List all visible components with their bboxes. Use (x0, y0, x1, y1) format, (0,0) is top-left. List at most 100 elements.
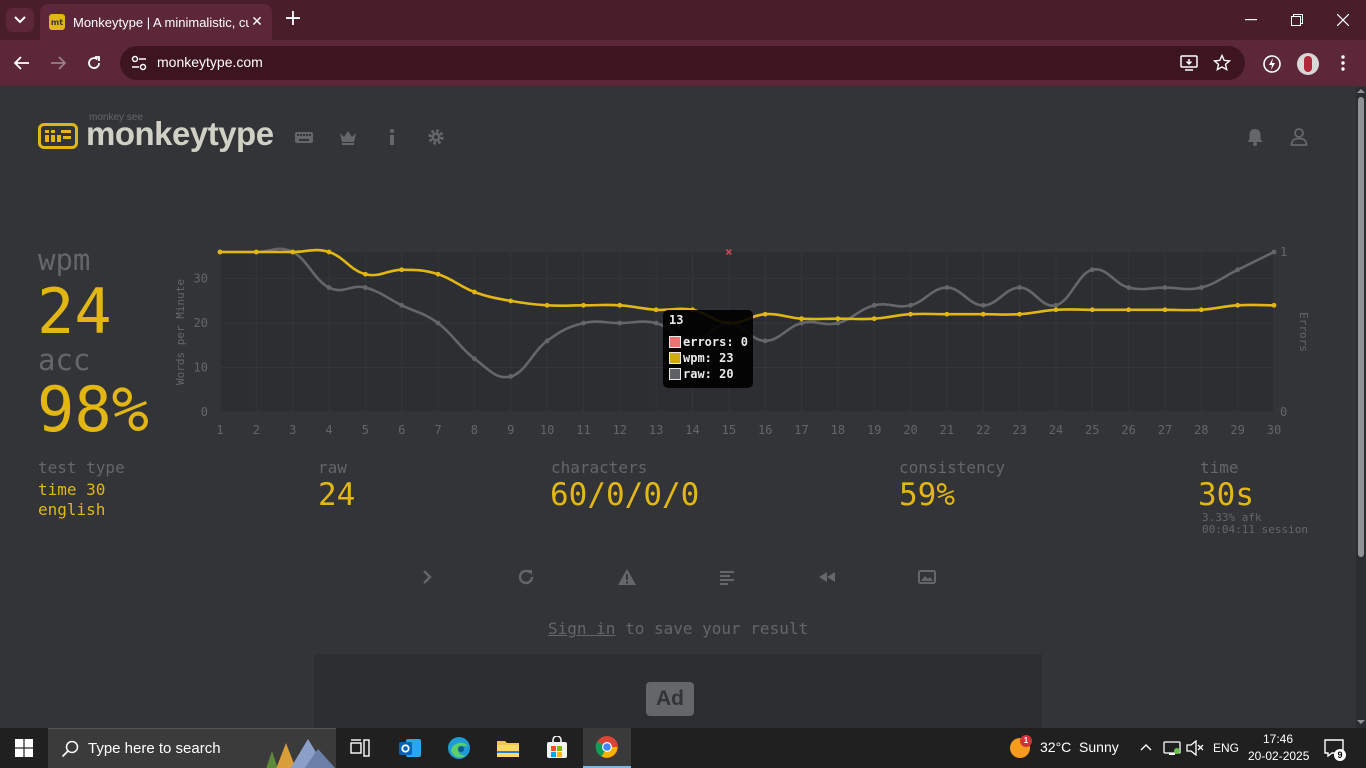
point-raw[interactable] (980, 302, 986, 308)
close-window-button[interactable] (1320, 0, 1366, 40)
install-app-icon[interactable] (1180, 54, 1198, 72)
minimize-button[interactable] (1228, 0, 1274, 40)
info-icon[interactable] (382, 127, 402, 147)
bookmark-star-icon[interactable] (1213, 54, 1231, 72)
point-raw[interactable] (1089, 267, 1095, 273)
reload-button[interactable] (82, 51, 106, 75)
point-wpm[interactable] (581, 302, 586, 308)
edge-app[interactable] (435, 728, 483, 768)
point-wpm[interactable] (1017, 311, 1022, 317)
point-wpm[interactable] (1126, 307, 1132, 313)
point-raw[interactable] (1017, 285, 1022, 290)
point-raw[interactable] (399, 302, 405, 308)
point-raw[interactable] (544, 338, 550, 344)
point-wpm[interactable] (762, 311, 768, 317)
point-raw[interactable] (617, 320, 623, 326)
point-raw[interactable] (762, 338, 768, 344)
point-raw[interactable] (1126, 285, 1132, 290)
replay-icon[interactable] (817, 568, 837, 586)
clock-date[interactable]: 20-02-2025 (1248, 749, 1309, 763)
point-raw[interactable] (944, 285, 950, 290)
point-wpm[interactable] (944, 311, 950, 317)
forward-button[interactable] (46, 51, 70, 75)
point-wpm[interactable] (544, 302, 550, 308)
point-wpm[interactable] (399, 267, 405, 273)
point-wpm[interactable] (472, 289, 477, 295)
point-wpm[interactable] (435, 271, 441, 277)
screenshot-icon[interactable] (917, 568, 937, 586)
network-icon[interactable] (1163, 740, 1181, 756)
outlook-app[interactable] (386, 728, 434, 768)
point-wpm[interactable] (835, 316, 841, 322)
site-info-icon[interactable] (130, 54, 148, 72)
point-raw[interactable] (871, 302, 877, 308)
bell-icon[interactable] (1245, 127, 1265, 147)
scroll-thumb[interactable] (1358, 97, 1364, 557)
point-wpm[interactable] (1162, 307, 1168, 313)
restore-button[interactable] (1274, 0, 1320, 40)
point-raw[interactable] (581, 320, 586, 326)
point-raw[interactable] (799, 320, 804, 326)
point-wpm[interactable] (980, 311, 986, 317)
browser-tab[interactable]: mt Monkeytype | A minimalistic, customiz… (40, 4, 272, 40)
profile-avatar[interactable] (1297, 53, 1319, 75)
point-raw[interactable] (472, 356, 477, 362)
back-button[interactable] (10, 51, 34, 75)
point-wpm[interactable] (217, 249, 223, 255)
point-raw[interactable] (835, 320, 841, 326)
point-wpm[interactable] (326, 249, 332, 255)
gear-icon[interactable] (426, 127, 446, 147)
point-raw[interactable] (1271, 249, 1277, 255)
point-wpm[interactable] (653, 307, 659, 313)
chrome-app[interactable] (583, 728, 631, 768)
next-test-icon[interactable] (417, 568, 437, 586)
point-wpm[interactable] (1271, 302, 1277, 308)
weather-text[interactable]: 32°C Sunny (1040, 739, 1119, 755)
crown-icon[interactable] (338, 127, 358, 147)
point-wpm[interactable] (908, 311, 913, 317)
clock-time[interactable]: 17:46 (1263, 732, 1293, 746)
new-tab-button[interactable]: + (282, 8, 304, 32)
point-wpm[interactable] (508, 298, 514, 304)
language-indicator[interactable]: ENG (1213, 741, 1239, 755)
taskbar-search-box[interactable]: Type here to search (48, 728, 336, 768)
point-raw[interactable] (653, 320, 659, 326)
address-bar[interactable]: monkeytype.com (120, 46, 1245, 80)
point-raw[interactable] (435, 320, 441, 326)
point-wpm[interactable] (1198, 307, 1204, 313)
point-raw[interactable] (1235, 267, 1241, 273)
page-scrollbar[interactable] (1356, 87, 1366, 728)
words-history-icon[interactable] (717, 568, 737, 586)
point-raw[interactable] (508, 374, 514, 379)
point-wpm[interactable] (1089, 307, 1095, 313)
restart-icon[interactable] (517, 568, 537, 586)
point-wpm[interactable] (1053, 307, 1059, 313)
test-type-mode[interactable]: time 30 (38, 480, 105, 499)
point-raw[interactable] (1198, 285, 1204, 290)
point-wpm[interactable] (290, 249, 296, 255)
user-icon[interactable] (1289, 127, 1309, 147)
point-wpm[interactable] (1235, 302, 1241, 308)
menu-dots-icon[interactable] (1336, 54, 1350, 72)
performance-icon[interactable] (1262, 54, 1282, 74)
point-raw[interactable] (326, 285, 332, 290)
logo-icon[interactable] (38, 123, 78, 149)
point-wpm[interactable] (253, 249, 259, 255)
scroll-down-icon[interactable] (1357, 719, 1365, 725)
volume-muted-icon[interactable] (1186, 740, 1204, 756)
logo-text[interactable]: monkeytype (86, 115, 274, 153)
point-raw[interactable] (1162, 285, 1168, 290)
signin-link[interactable]: Sign in (548, 619, 615, 638)
point-wpm[interactable] (617, 302, 623, 308)
point-raw[interactable] (908, 302, 913, 308)
point-wpm[interactable] (362, 271, 368, 277)
task-view-button[interactable] (336, 728, 384, 768)
point-raw[interactable] (1053, 302, 1059, 308)
scroll-up-icon[interactable] (1357, 88, 1365, 94)
chevron-up-icon[interactable] (1140, 743, 1152, 751)
close-tab-icon[interactable]: ✕ (249, 14, 265, 30)
point-wpm[interactable] (799, 316, 804, 322)
keyboard-icon[interactable] (294, 127, 314, 147)
start-button[interactable] (0, 728, 48, 768)
point-raw[interactable] (362, 285, 368, 290)
